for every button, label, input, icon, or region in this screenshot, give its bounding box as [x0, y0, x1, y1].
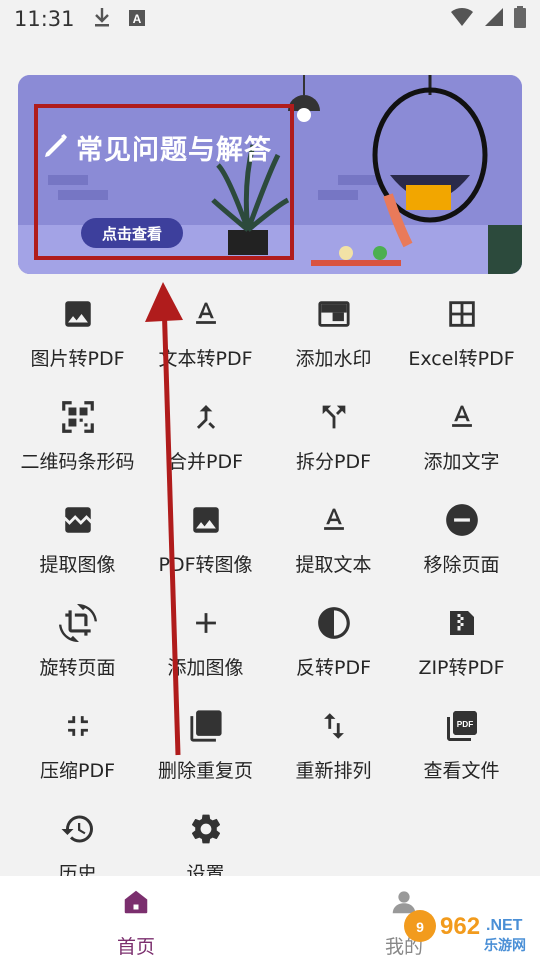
- tool-label: PDF转图像: [158, 554, 253, 576]
- tool-label: 图片转PDF: [30, 348, 125, 370]
- tool-label: 添加文字: [423, 451, 500, 473]
- tool-invert-pdf[interactable]: 反转PDF: [266, 595, 401, 695]
- duplicate-pages-icon: [186, 706, 226, 746]
- tool-extract-images[interactable]: 提取图像: [10, 492, 145, 592]
- tool-label: 提取图像: [39, 554, 116, 576]
- compress-icon: [58, 706, 98, 746]
- grid-icon: [442, 294, 482, 334]
- split-icon: [314, 397, 354, 437]
- watermark-icon: [314, 294, 354, 334]
- pdf-file-icon: PDF: [442, 706, 482, 746]
- nav-home-label: 首页: [116, 936, 155, 958]
- rotate-icon: [58, 603, 98, 643]
- tool-label: 移除页面: [423, 554, 500, 576]
- home-icon: [120, 886, 152, 918]
- status-bar: 11:31 A: [0, 0, 540, 38]
- signal-icon: [484, 7, 504, 32]
- image-icon: [186, 500, 226, 540]
- tool-label: 拆分PDF: [295, 451, 372, 473]
- tool-remove-pages[interactable]: 移除页面: [394, 492, 529, 592]
- tool-label: 旋转页面: [39, 657, 116, 679]
- svg-text:PDF: PDF: [456, 720, 473, 729]
- tool-label: 查看文件: [423, 760, 500, 782]
- site-watermark: 9 962 .NET 乐游网: [402, 900, 536, 956]
- tool-extract-text[interactable]: 提取文本: [266, 492, 401, 592]
- svg-text:.NET: .NET: [486, 917, 523, 934]
- watermark-subtext: 乐游网: [484, 937, 526, 954]
- tool-delete-duplicate-pages[interactable]: 删除重复页: [138, 698, 273, 798]
- wifi-icon: [450, 7, 474, 32]
- watermark-text: 962: [440, 913, 480, 940]
- image-extract-icon: [58, 500, 98, 540]
- svg-text:9: 9: [416, 919, 424, 935]
- tool-split-pdf[interactable]: 拆分PDF: [266, 389, 401, 489]
- nav-home[interactable]: 首页: [76, 876, 196, 960]
- merge-icon: [186, 397, 226, 437]
- tool-label: 添加水印: [295, 348, 372, 370]
- tool-label: 二维码条形码: [20, 451, 135, 473]
- history-icon: [58, 809, 98, 849]
- tool-label: 添加图像: [167, 657, 244, 679]
- remove-circle-icon: [442, 500, 482, 540]
- tool-qr-barcode[interactable]: 二维码条形码: [10, 389, 145, 489]
- tool-label: 压缩PDF: [39, 760, 116, 782]
- image-icon: [58, 294, 98, 334]
- tool-label: 文本转PDF: [158, 348, 253, 370]
- tool-image-to-pdf[interactable]: 图片转PDF: [10, 286, 145, 386]
- text-format-icon: [186, 294, 226, 334]
- tool-label: 提取文本: [295, 554, 372, 576]
- invert-icon: [314, 603, 354, 643]
- tool-label: 重新排列: [295, 760, 372, 782]
- text-format-icon: [442, 397, 482, 437]
- tool-add-image[interactable]: 添加图像: [138, 595, 273, 695]
- notification-a-icon: A: [128, 7, 145, 31]
- tool-label: ZIP转PDF: [418, 657, 505, 679]
- tool-zip-to-pdf[interactable]: ZIP转PDF: [394, 595, 529, 695]
- tool-rotate-pages[interactable]: 旋转页面: [10, 595, 145, 695]
- download-icon: [93, 6, 111, 33]
- plus-icon: [186, 603, 226, 643]
- tool-label: 反转PDF: [295, 657, 372, 679]
- tool-label: 合并PDF: [167, 451, 244, 473]
- tool-label: Excel转PDF: [408, 348, 515, 370]
- tool-add-watermark[interactable]: 添加水印: [266, 286, 401, 386]
- tool-text-to-pdf[interactable]: 文本转PDF: [138, 286, 273, 386]
- tool-compress-pdf[interactable]: 压缩PDF: [10, 698, 145, 798]
- battery-icon: [514, 5, 526, 33]
- tool-pdf-to-image[interactable]: PDF转图像: [138, 492, 273, 592]
- highlight-box-annotation: [34, 104, 294, 260]
- qr-code-icon: [58, 397, 98, 437]
- tool-view-files[interactable]: PDF 查看文件: [394, 698, 529, 798]
- gear-icon: [186, 809, 226, 849]
- tool-add-text[interactable]: 添加文字: [394, 389, 529, 489]
- tool-excel-to-pdf[interactable]: Excel转PDF: [394, 286, 529, 386]
- zip-icon: [442, 603, 482, 643]
- status-time: 11:31: [14, 7, 75, 31]
- svg-text:A: A: [132, 12, 141, 26]
- tool-label: 删除重复页: [157, 760, 253, 782]
- reorder-icon: [314, 706, 354, 746]
- tool-merge-pdf[interactable]: 合并PDF: [138, 389, 273, 489]
- tool-reorder[interactable]: 重新排列: [266, 698, 401, 798]
- text-format-icon: [314, 500, 354, 540]
